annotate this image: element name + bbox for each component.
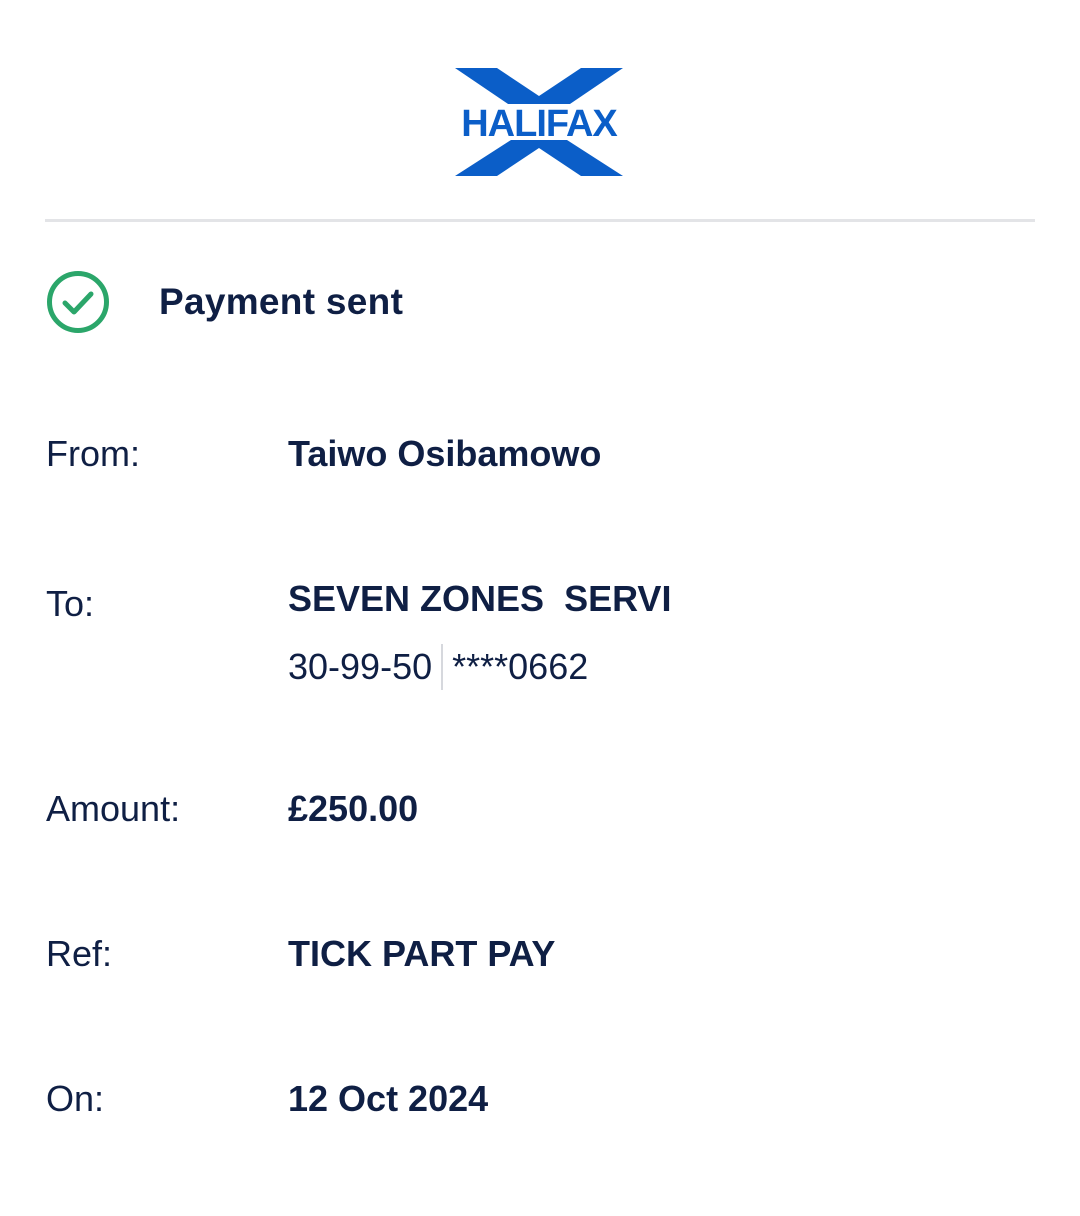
ref-value: TICK PART PAY	[288, 933, 556, 974]
ref-label: Ref:	[46, 933, 113, 974]
header-divider	[45, 219, 1035, 222]
from-label: From:	[46, 433, 140, 474]
amount-label: Amount:	[46, 788, 181, 829]
halifax-logo: HALIFAX	[455, 68, 623, 176]
payee-name: SEVEN ZONES SERVI	[288, 578, 672, 619]
date-value: 12 Oct 2024	[288, 1078, 489, 1119]
amount-value: £250.00	[288, 788, 419, 829]
account-number: ****0662	[452, 646, 589, 687]
payment-status: Payment sent	[46, 270, 403, 334]
sort-code: 30-99-50	[288, 646, 433, 687]
account-separator	[441, 644, 444, 690]
account-details: 30-99-50 ****0662	[288, 644, 588, 690]
check-circle-icon	[47, 271, 109, 333]
date-label: On:	[46, 1078, 105, 1119]
to-label: To:	[46, 583, 95, 624]
from-value: Taiwo Osibamowo	[288, 433, 602, 474]
logo-wordmark: HALIFAX	[461, 103, 618, 145]
status-text: Payment sent	[159, 281, 404, 322]
